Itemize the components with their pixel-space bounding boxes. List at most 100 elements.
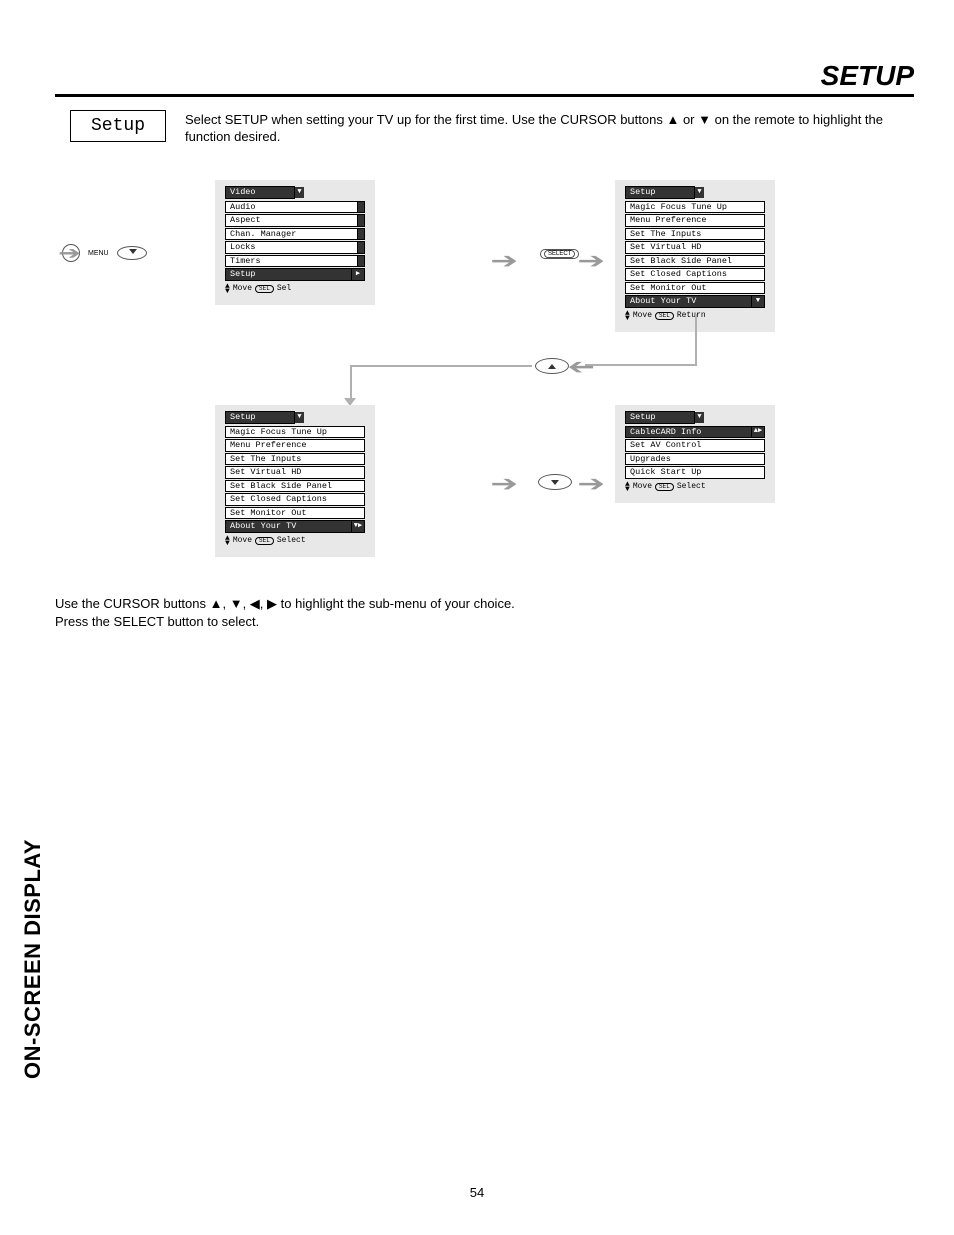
osd-list: CableCARD Info ▲▶ Set AV Control Upgrades… [625, 426, 765, 479]
downright-indicator-icon: ▼▶ [351, 520, 365, 533]
intro-or: or [679, 112, 698, 127]
hint-move: Move [633, 312, 652, 320]
menu-item-label: Set Virtual HD [630, 242, 701, 252]
menu-item: Locks [225, 241, 365, 254]
menu-item-selected: About Your TV ▼▶ [225, 520, 365, 533]
menu-item: Magic Focus Tune Up [625, 201, 765, 214]
dpad-down-icon [538, 474, 572, 490]
menu-item-label: CableCARD Info [630, 427, 701, 437]
menu-item-selected: Setup ▶ [225, 268, 365, 281]
dpad-up-icon [535, 358, 569, 374]
select-label: SELECT [544, 250, 575, 258]
osd-title: Video ▼ [225, 186, 295, 199]
osd-list: Magic Focus Tune Up Menu Preference Set … [625, 201, 765, 308]
menu-item: Set Virtual HD [225, 466, 365, 479]
menu-item-selected: CableCARD Info ▲▶ [625, 426, 765, 439]
menu-item-selected: About Your TV ▼ [625, 295, 765, 308]
osd-hint: ▲▼ Move SEL Sel [225, 284, 365, 295]
endcap-icon [357, 241, 365, 254]
menu-item-label: Set The Inputs [630, 229, 701, 239]
page-number: 54 [0, 1185, 954, 1200]
hint-action: Sel [277, 285, 291, 293]
upright-indicator-icon: ▲▶ [751, 426, 765, 439]
hint-action: Return [677, 312, 706, 320]
menu-item-label: Setup [230, 269, 256, 279]
osd-hint: ▲▼ Move SEL Select [225, 536, 365, 547]
up-arrow-icon: ▲ [666, 112, 679, 127]
intro-text: Select SETUP when setting your TV up for… [185, 112, 914, 146]
intro-part-a: Select SETUP when setting your TV up for… [185, 112, 666, 127]
menu-item-label: Set Closed Captions [630, 269, 727, 279]
osd-list: Audio Aspect Chan. Manager Locks Timers … [225, 201, 365, 281]
menu-item: Set Black Side Panel [625, 255, 765, 268]
flow-arrow-icon: ➔ [490, 471, 518, 497]
endcap-icon [357, 228, 365, 241]
menu-item-label: Set AV Control [630, 440, 701, 450]
osd-title: Setup ▼ [225, 411, 295, 424]
menu-item: Set Virtual HD [625, 241, 765, 254]
menu-item-label: Audio [230, 202, 256, 212]
osd-title: Setup ▼ [625, 411, 695, 424]
remote-controls: MENU ➔ ➔ [62, 244, 147, 262]
side-section-label: ON-SCREEN DISPLAY [20, 839, 46, 1079]
down-indicator-icon: ▼ [695, 412, 704, 423]
updown-arrows-icon: ▲▼ [225, 284, 230, 295]
menu-item-label: Quick Start Up [630, 467, 701, 477]
right-indicator-icon: ▶ [351, 268, 365, 281]
menu-item-label: Magic Focus Tune Up [230, 427, 327, 437]
select-button-icon: SELECT [540, 249, 579, 259]
menu-item: Audio [225, 201, 365, 214]
menu-item-label: About Your TV [630, 296, 696, 306]
osd-title-text: Setup [630, 412, 656, 422]
updown-arrows-icon: ▲▼ [625, 311, 630, 322]
menu-item-label: Menu Preference [630, 215, 707, 225]
down-indicator-icon: ▼ [751, 295, 765, 308]
instr-a: Use the CURSOR buttons [55, 596, 210, 611]
osd-hint: ▲▼ Move SEL Select [625, 482, 765, 493]
menu-item-label: Upgrades [630, 454, 671, 464]
instr-b: to highlight the sub-menu of your choice… [277, 596, 515, 611]
menu-item: Upgrades [625, 453, 765, 466]
menu-item: Timers [225, 255, 365, 268]
page-number-value: 54 [470, 1185, 484, 1200]
section-label-box: Setup [70, 110, 166, 142]
menu-item-label: Locks [230, 242, 256, 252]
menu-item-label: Set Black Side Panel [230, 481, 332, 491]
osd-title: Setup ▼ [625, 186, 695, 199]
osd-setup-menu-1: Setup ▼ Magic Focus Tune Up Menu Prefere… [615, 180, 775, 332]
updown-arrows-icon: ▲▼ [225, 536, 230, 547]
dpad-down-icon [117, 244, 147, 262]
down-indicator-icon: ▼ [695, 187, 704, 198]
menu-item: Chan. Manager [225, 228, 365, 241]
menu-item-label: Set Black Side Panel [630, 256, 732, 266]
hint-move: Move [233, 285, 252, 293]
endcap-icon [357, 255, 365, 268]
page-header: SETUP [55, 60, 914, 97]
menu-item-label: Set Monitor Out [630, 283, 707, 293]
menu-item: Menu Preference [225, 439, 365, 452]
header-title: SETUP [821, 60, 914, 91]
endcap-icon [357, 214, 365, 227]
flow-arrow-icon: ➔ [490, 248, 518, 274]
flow-arrow-icon: ➔ [58, 243, 81, 264]
sel-pill-icon: SEL [255, 537, 274, 545]
hint-action: Select [277, 537, 306, 545]
flow-line [350, 365, 532, 367]
flow-arrow-icon: ➔ [577, 471, 605, 497]
menu-item: Menu Preference [625, 214, 765, 227]
flow-arrow-icon: ➔ [577, 248, 605, 274]
menu-item-label: Set The Inputs [230, 454, 301, 464]
menu-item-label: About Your TV [230, 521, 296, 531]
menu-item-label: Timers [230, 256, 261, 266]
side-label-text: ON-SCREEN DISPLAY [20, 839, 45, 1079]
endcap-icon [357, 201, 365, 214]
osd-title-text: Setup [630, 187, 656, 197]
hint-move: Move [633, 483, 652, 491]
flow-line [695, 314, 697, 364]
menu-item-label: Set Virtual HD [230, 467, 301, 477]
menu-item: Magic Focus Tune Up [225, 426, 365, 439]
menu-item-label: Menu Preference [230, 440, 307, 450]
instr-arrows: ▲, ▼, ◀, ▶ [210, 596, 277, 611]
sel-pill-icon: SEL [655, 312, 674, 320]
hint-move: Move [233, 537, 252, 545]
